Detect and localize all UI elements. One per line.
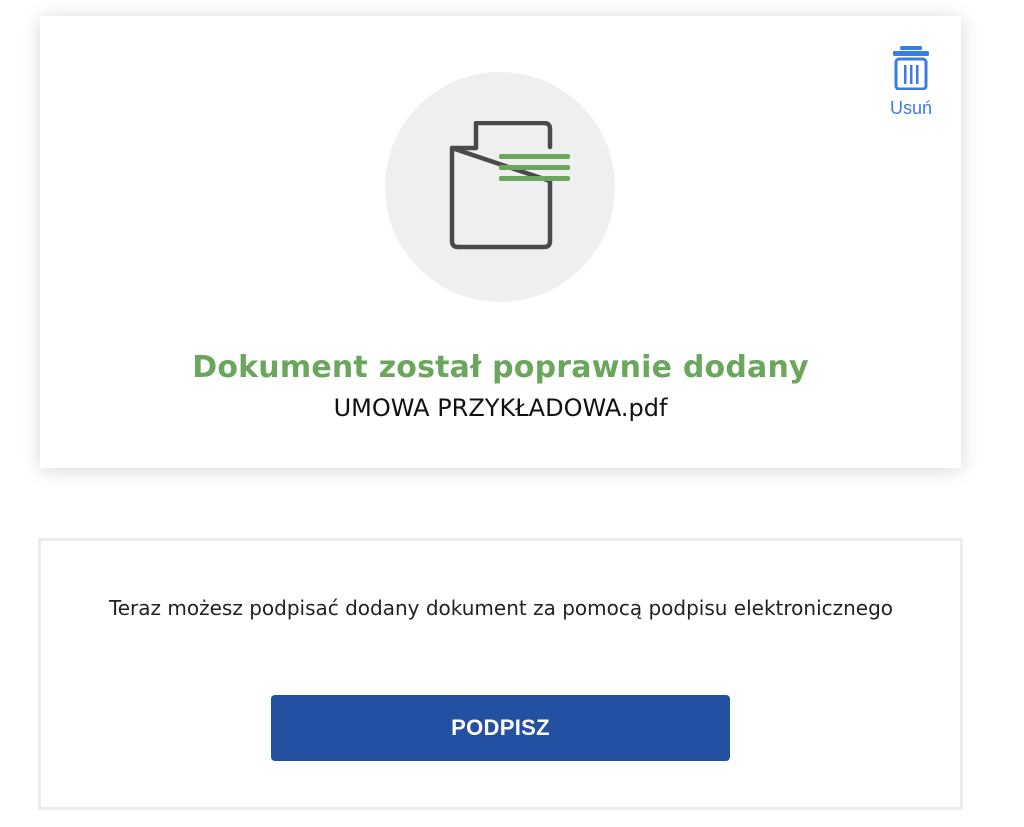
sign-card: Teraz możesz podpisać dodany dokument za… — [38, 538, 963, 810]
file-name: UMOWA PRZYKŁADOWA.pdf — [333, 394, 668, 422]
delete-label[interactable]: Usuń — [886, 98, 936, 119]
sign-description: Teraz możesz podpisać dodany dokument za… — [108, 596, 894, 620]
document-icon — [449, 121, 570, 250]
sign-button[interactable]: PODPISZ — [271, 695, 730, 761]
trash-icon — [893, 46, 929, 90]
success-message: Dokument został poprawnie dodany — [192, 350, 809, 385]
delete-button[interactable]: Usuń — [886, 46, 936, 128]
upload-card: Usuń Dokument został poprawnie dodany UM… — [40, 16, 961, 468]
document-preview — [385, 72, 615, 302]
